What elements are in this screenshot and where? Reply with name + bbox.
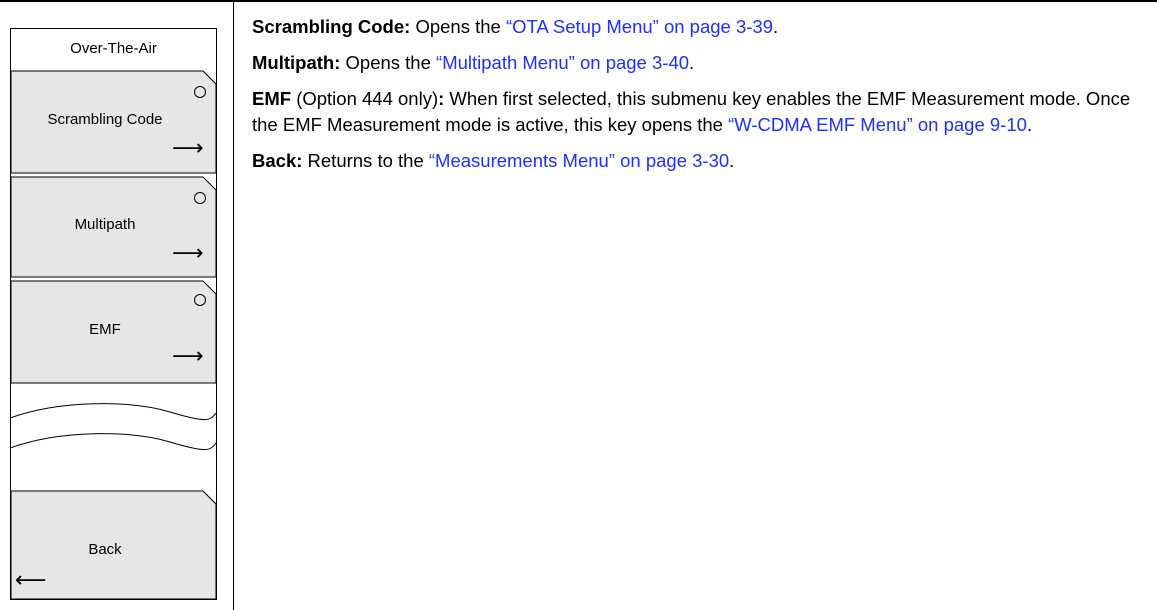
- right-arrow-icon: ⟶: [172, 241, 204, 266]
- end: .: [1026, 114, 1033, 135]
- key-label: Scrambling Code: [47, 111, 163, 128]
- end: .: [689, 52, 695, 73]
- term: Multipath:: [252, 52, 341, 73]
- scrambling-code-description: Scrambling Code: Opens the “OTA Setup Me…: [252, 14, 1142, 40]
- right-arrow-icon: ⟶: [172, 136, 204, 161]
- top-rule: [0, 0, 1157, 2]
- multipath-description: Multipath: Opens the “Multipath Menu” on…: [252, 50, 1142, 76]
- term: EMF: [252, 88, 292, 109]
- text: Opens the: [340, 52, 437, 73]
- left-arrow-icon: ⟵: [15, 568, 47, 593]
- over-the-air-menu: Over-The-Air Scrambling Code ⟶ Multipath…: [10, 28, 217, 600]
- term: Scrambling Code:: [252, 16, 411, 37]
- radio-indicator-icon: [194, 86, 206, 98]
- menu-description: Scrambling Code: Opens the “OTA Setup Me…: [252, 14, 1142, 184]
- multipath-menu-link[interactable]: “Multipath Menu” on page 3-40: [436, 52, 689, 73]
- key-label: EMF: [89, 321, 121, 338]
- text: Opens the: [410, 16, 506, 37]
- radio-indicator-icon: [194, 294, 206, 306]
- scrambling-code-key[interactable]: Scrambling Code ⟶: [10, 70, 217, 174]
- term: Back:: [252, 150, 303, 171]
- menu-title: Over-The-Air: [70, 39, 157, 57]
- key-label: Back: [88, 541, 122, 558]
- multipath-key[interactable]: Multipath ⟶: [10, 176, 217, 278]
- key-label: Multipath: [74, 216, 136, 233]
- emf-key[interactable]: EMF ⟶: [10, 280, 217, 384]
- column-divider: [233, 0, 234, 610]
- end: .: [729, 150, 735, 171]
- text: Returns to the: [302, 150, 429, 171]
- back-key[interactable]: Back ⟵: [10, 490, 217, 600]
- ota-setup-menu-link[interactable]: “OTA Setup Menu” on page 3-39: [506, 16, 773, 37]
- end: .: [773, 16, 779, 37]
- emf-description: EMF (Option 444 only): When first select…: [252, 86, 1142, 138]
- back-description: Back: Returns to the “Measurements Menu”…: [252, 148, 1142, 174]
- w-cdma-emf-menu-link[interactable]: “W-CDMA EMF Menu” on page 9-10: [728, 114, 1027, 135]
- paren: (Option 444 only): [291, 88, 439, 109]
- right-arrow-icon: ⟶: [172, 344, 204, 369]
- radio-indicator-icon: [194, 192, 206, 204]
- measurements-menu-link[interactable]: “Measurements Menu” on page 3-30: [429, 150, 729, 171]
